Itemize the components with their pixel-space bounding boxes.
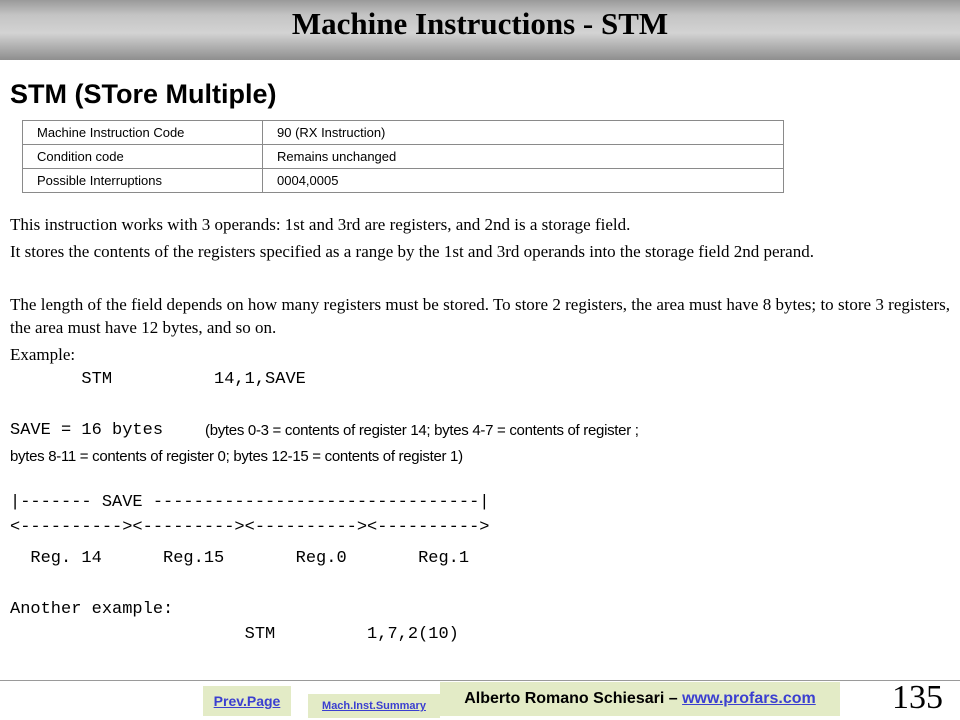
footer-divider bbox=[0, 680, 960, 681]
table-cell-label: Possible Interruptions bbox=[22, 168, 263, 193]
diagram-line-save: |------- SAVE --------------------------… bbox=[10, 493, 490, 512]
table-row: Possible Interruptions 0004,0005 bbox=[22, 168, 784, 193]
table-cell-value: Remains unchanged bbox=[262, 144, 784, 169]
another-example-label: Another example: bbox=[10, 600, 174, 619]
another-example-code: STM 1,7,2(10) bbox=[10, 625, 459, 644]
instruction-info-table: Machine Instruction Code 90 (RX Instruct… bbox=[22, 120, 784, 193]
paragraph-operands: This instruction works with 3 operands: … bbox=[10, 215, 631, 234]
save-note-line1: (bytes 0-3 = contents of register 14; by… bbox=[205, 422, 639, 439]
table-row: Condition code Remains unchanged bbox=[22, 144, 784, 169]
save-code: SAVE = 16 bytes bbox=[10, 421, 164, 440]
paragraph-stores: It stores the contents of the registers … bbox=[10, 242, 814, 261]
summary-link-button[interactable]: Mach.Inst.Summary bbox=[308, 694, 440, 718]
author-website-link[interactable]: www.profars.com bbox=[682, 690, 816, 708]
table-row: Machine Instruction Code 90 (RX Instruct… bbox=[22, 120, 784, 145]
table-cell-value: 90 (RX Instruction) bbox=[262, 120, 784, 145]
example-label: Example: bbox=[10, 345, 76, 364]
diagram-line-arrows: <----------><---------><----------><----… bbox=[10, 518, 490, 537]
section-heading: STM (STore Multiple) bbox=[10, 79, 277, 109]
save-note-line2: bytes 8-11 = contents of register 0; byt… bbox=[10, 448, 463, 465]
page-number: 135 bbox=[892, 679, 943, 716]
slide-title: Machine Instructions - STM bbox=[291, 6, 669, 41]
example-code: STM 14,1,SAVE bbox=[10, 370, 306, 389]
paragraph-length: The length of the field depends on how m… bbox=[10, 295, 950, 337]
author-credit: Alberto Romano Schiesari – www.profars.c… bbox=[440, 682, 840, 716]
author-name: Alberto Romano Schiesari – bbox=[464, 690, 678, 707]
table-cell-label: Machine Instruction Code bbox=[22, 120, 263, 145]
table-cell-value: 0004,0005 bbox=[262, 168, 784, 193]
table-cell-label: Condition code bbox=[22, 144, 263, 169]
prev-page-button[interactable]: Prev.Page bbox=[203, 686, 291, 716]
diagram-line-registers: Reg. 14 Reg.15 Reg.0 Reg.1 bbox=[10, 549, 470, 568]
title-bar: Machine Instructions - STM bbox=[0, 0, 960, 60]
